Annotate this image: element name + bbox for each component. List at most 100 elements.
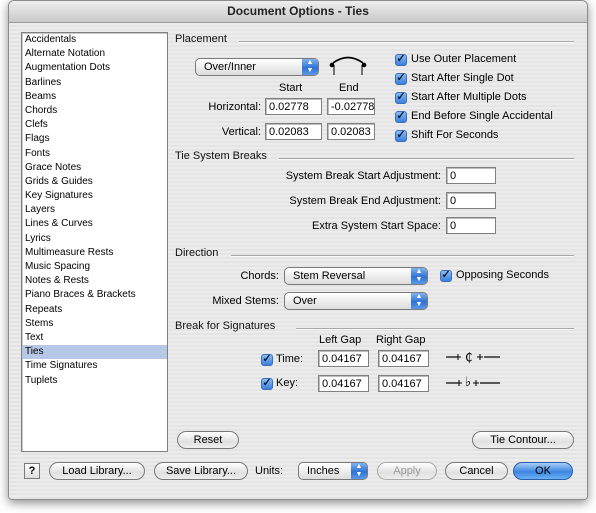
key-signature-break-icon: ♭ [446, 375, 500, 390]
save-library-button[interactable]: Save Library... [154, 462, 248, 480]
system-breaks-divider [279, 158, 574, 160]
help-button[interactable]: ? [24, 463, 40, 479]
sidebar-item-music-spacing[interactable]: Music Spacing [22, 260, 167, 274]
popup-arrows-icon: ▲ ▼ [351, 463, 367, 479]
sidebar-item-lines-curves[interactable]: Lines & Curves [22, 217, 167, 231]
placement-popup-value: Over/Inner [204, 61, 256, 73]
sidebar-item-multimeasure-rests[interactable]: Multimeasure Rests [22, 246, 167, 260]
sidebar-item-tuplets[interactable]: Tuplets [22, 374, 167, 388]
sidebar-item-grace-notes[interactable]: Grace Notes [22, 161, 167, 175]
time-signature-label: Time: [276, 353, 304, 365]
break-end-adjustment-label: System Break End Adjustment: [289, 195, 441, 207]
key-signature-checkbox[interactable] [261, 378, 273, 390]
units-popup-value: Inches [307, 465, 340, 477]
chords-label: Chords: [240, 270, 279, 282]
key-right-gap-field[interactable]: 0.04167 [378, 375, 429, 392]
chords-popup-value: Stem Reversal [293, 270, 366, 282]
units-label: Units: [255, 465, 284, 477]
sidebar-item-layers[interactable]: Layers [22, 203, 167, 217]
break-start-adjustment-label: System Break Start Adjustment: [285, 170, 441, 182]
tie-contour-button[interactable]: Tie Contour... [472, 431, 574, 449]
vertical-start-field[interactable]: 0.02083 [265, 123, 322, 140]
time-signature-checkbox[interactable] [261, 354, 273, 366]
sidebar-item-barlines[interactable]: Barlines [22, 76, 167, 90]
sidebar-item-alternate-notation[interactable]: Alternate Notation [22, 47, 167, 61]
load-library-button[interactable]: Load Library... [49, 462, 145, 480]
time-right-gap-field[interactable]: 0.04167 [378, 350, 429, 367]
extra-system-start-space-field[interactable]: 0 [446, 217, 496, 234]
reset-button[interactable]: Reset [177, 431, 239, 449]
sidebar-item-time-signatures[interactable]: Time Signatures [22, 359, 167, 373]
horizontal-end-field[interactable]: -0.02778 [327, 98, 375, 115]
right-gap-header: Right Gap [376, 334, 426, 346]
sidebar-item-chords[interactable]: Chords [22, 104, 167, 118]
start-column-header: Start [279, 82, 303, 94]
signatures-section-title: Break for Signatures [175, 320, 276, 332]
use-outer-placement-label: Use Outer Placement [411, 53, 517, 65]
svg-text:♭: ♭ [465, 375, 471, 390]
vertical-label: Vertical: [221, 126, 261, 138]
popup-arrows-icon: ▲ ▼ [411, 268, 427, 284]
horizontal-label: Horizontal: [208, 101, 261, 113]
apply-button[interactable]: Apply [377, 462, 437, 480]
start-after-single-dot-label: Start After Single Dot [411, 72, 514, 84]
tie-preview-icon [329, 56, 367, 75]
mixed-stems-label: Mixed Stems: [212, 295, 279, 307]
extra-system-start-space-label: Extra System Start Space: [312, 220, 441, 232]
sidebar-item-notes-rests[interactable]: Notes & Rests [22, 274, 167, 288]
end-before-single-accidental-label: End Before Single Accidental [411, 110, 553, 122]
signatures-divider [296, 328, 574, 330]
break-end-adjustment-field[interactable]: 0 [446, 192, 496, 209]
mixed-stems-popup[interactable]: Over ▲ ▼ [284, 292, 428, 310]
placement-divider [239, 41, 574, 43]
sidebar-item-beams[interactable]: Beams [22, 90, 167, 104]
sidebar-item-ties[interactable]: Ties [22, 345, 167, 360]
horizontal-start-field[interactable]: 0.02778 [265, 98, 322, 115]
window-title: Document Options - Ties [9, 1, 587, 23]
vertical-end-field[interactable]: 0.02083 [327, 123, 375, 140]
dialog-content: Accidentals Alternate Notation Augmentatio… [9, 23, 587, 499]
ok-button[interactable]: OK [513, 462, 573, 480]
left-gap-header: Left Gap [319, 334, 362, 346]
opposing-seconds-checkbox[interactable] [440, 270, 452, 282]
sidebar-item-flags[interactable]: Flags [22, 132, 167, 146]
sidebar-item-clefs[interactable]: Clefs [22, 118, 167, 132]
sidebar-item-accidentals[interactable]: Accidentals [22, 33, 167, 47]
start-after-single-dot-checkbox[interactable] [395, 73, 407, 85]
start-after-multiple-dots-label: Start After Multiple Dots [411, 91, 527, 103]
direction-section-title: Direction [175, 247, 219, 259]
end-before-single-accidental-checkbox[interactable] [395, 111, 407, 123]
sidebar-item-grids-guides[interactable]: Grids & Guides [22, 175, 167, 189]
placement-popup[interactable]: Over/Inner ▲ ▼ [195, 58, 319, 76]
time-signature-break-icon: ₵ [446, 351, 500, 365]
mixed-stems-popup-value: Over [293, 295, 317, 307]
use-outer-placement-checkbox[interactable] [395, 54, 407, 66]
shift-for-seconds-checkbox[interactable] [395, 130, 407, 142]
key-signature-label: Key: [276, 377, 299, 389]
document-options-window: Document Options - Ties Accidentals Alter… [8, 0, 588, 500]
sidebar-item-lyrics[interactable]: Lyrics [22, 232, 167, 246]
break-start-adjustment-field[interactable]: 0 [446, 167, 496, 184]
sidebar-item-repeats[interactable]: Repeats [22, 303, 167, 317]
sidebar-item-stems[interactable]: Stems [22, 317, 167, 331]
start-after-multiple-dots-checkbox[interactable] [395, 92, 407, 104]
sidebar-item-fonts[interactable]: Fonts [22, 147, 167, 161]
direction-divider [231, 255, 574, 257]
sidebar-item-key-signatures[interactable]: Key Signatures [22, 189, 167, 203]
sidebar-item-piano-braces-brackets[interactable]: Piano Braces & Brackets [22, 288, 167, 302]
key-left-gap-field[interactable]: 0.04167 [318, 375, 369, 392]
units-popup[interactable]: Inches ▲ ▼ [298, 462, 368, 480]
cancel-button[interactable]: Cancel [445, 462, 508, 480]
end-column-header: End [339, 82, 359, 94]
placement-section-title: Placement [175, 33, 227, 45]
popup-arrows-icon: ▲ ▼ [411, 293, 427, 309]
chords-popup[interactable]: Stem Reversal ▲ ▼ [284, 267, 428, 285]
svg-text:₵: ₵ [465, 351, 473, 365]
time-left-gap-field[interactable]: 0.04167 [318, 350, 369, 367]
sidebar-item-augmentation-dots[interactable]: Augmentation Dots [22, 61, 167, 75]
sidebar-item-text[interactable]: Text [22, 331, 167, 345]
system-breaks-section-title: Tie System Breaks [175, 150, 267, 162]
shift-for-seconds-label: Shift For Seconds [411, 129, 499, 141]
opposing-seconds-label: Opposing Seconds [456, 269, 549, 281]
category-list[interactable]: Accidentals Alternate Notation Augmentatio… [21, 32, 168, 452]
